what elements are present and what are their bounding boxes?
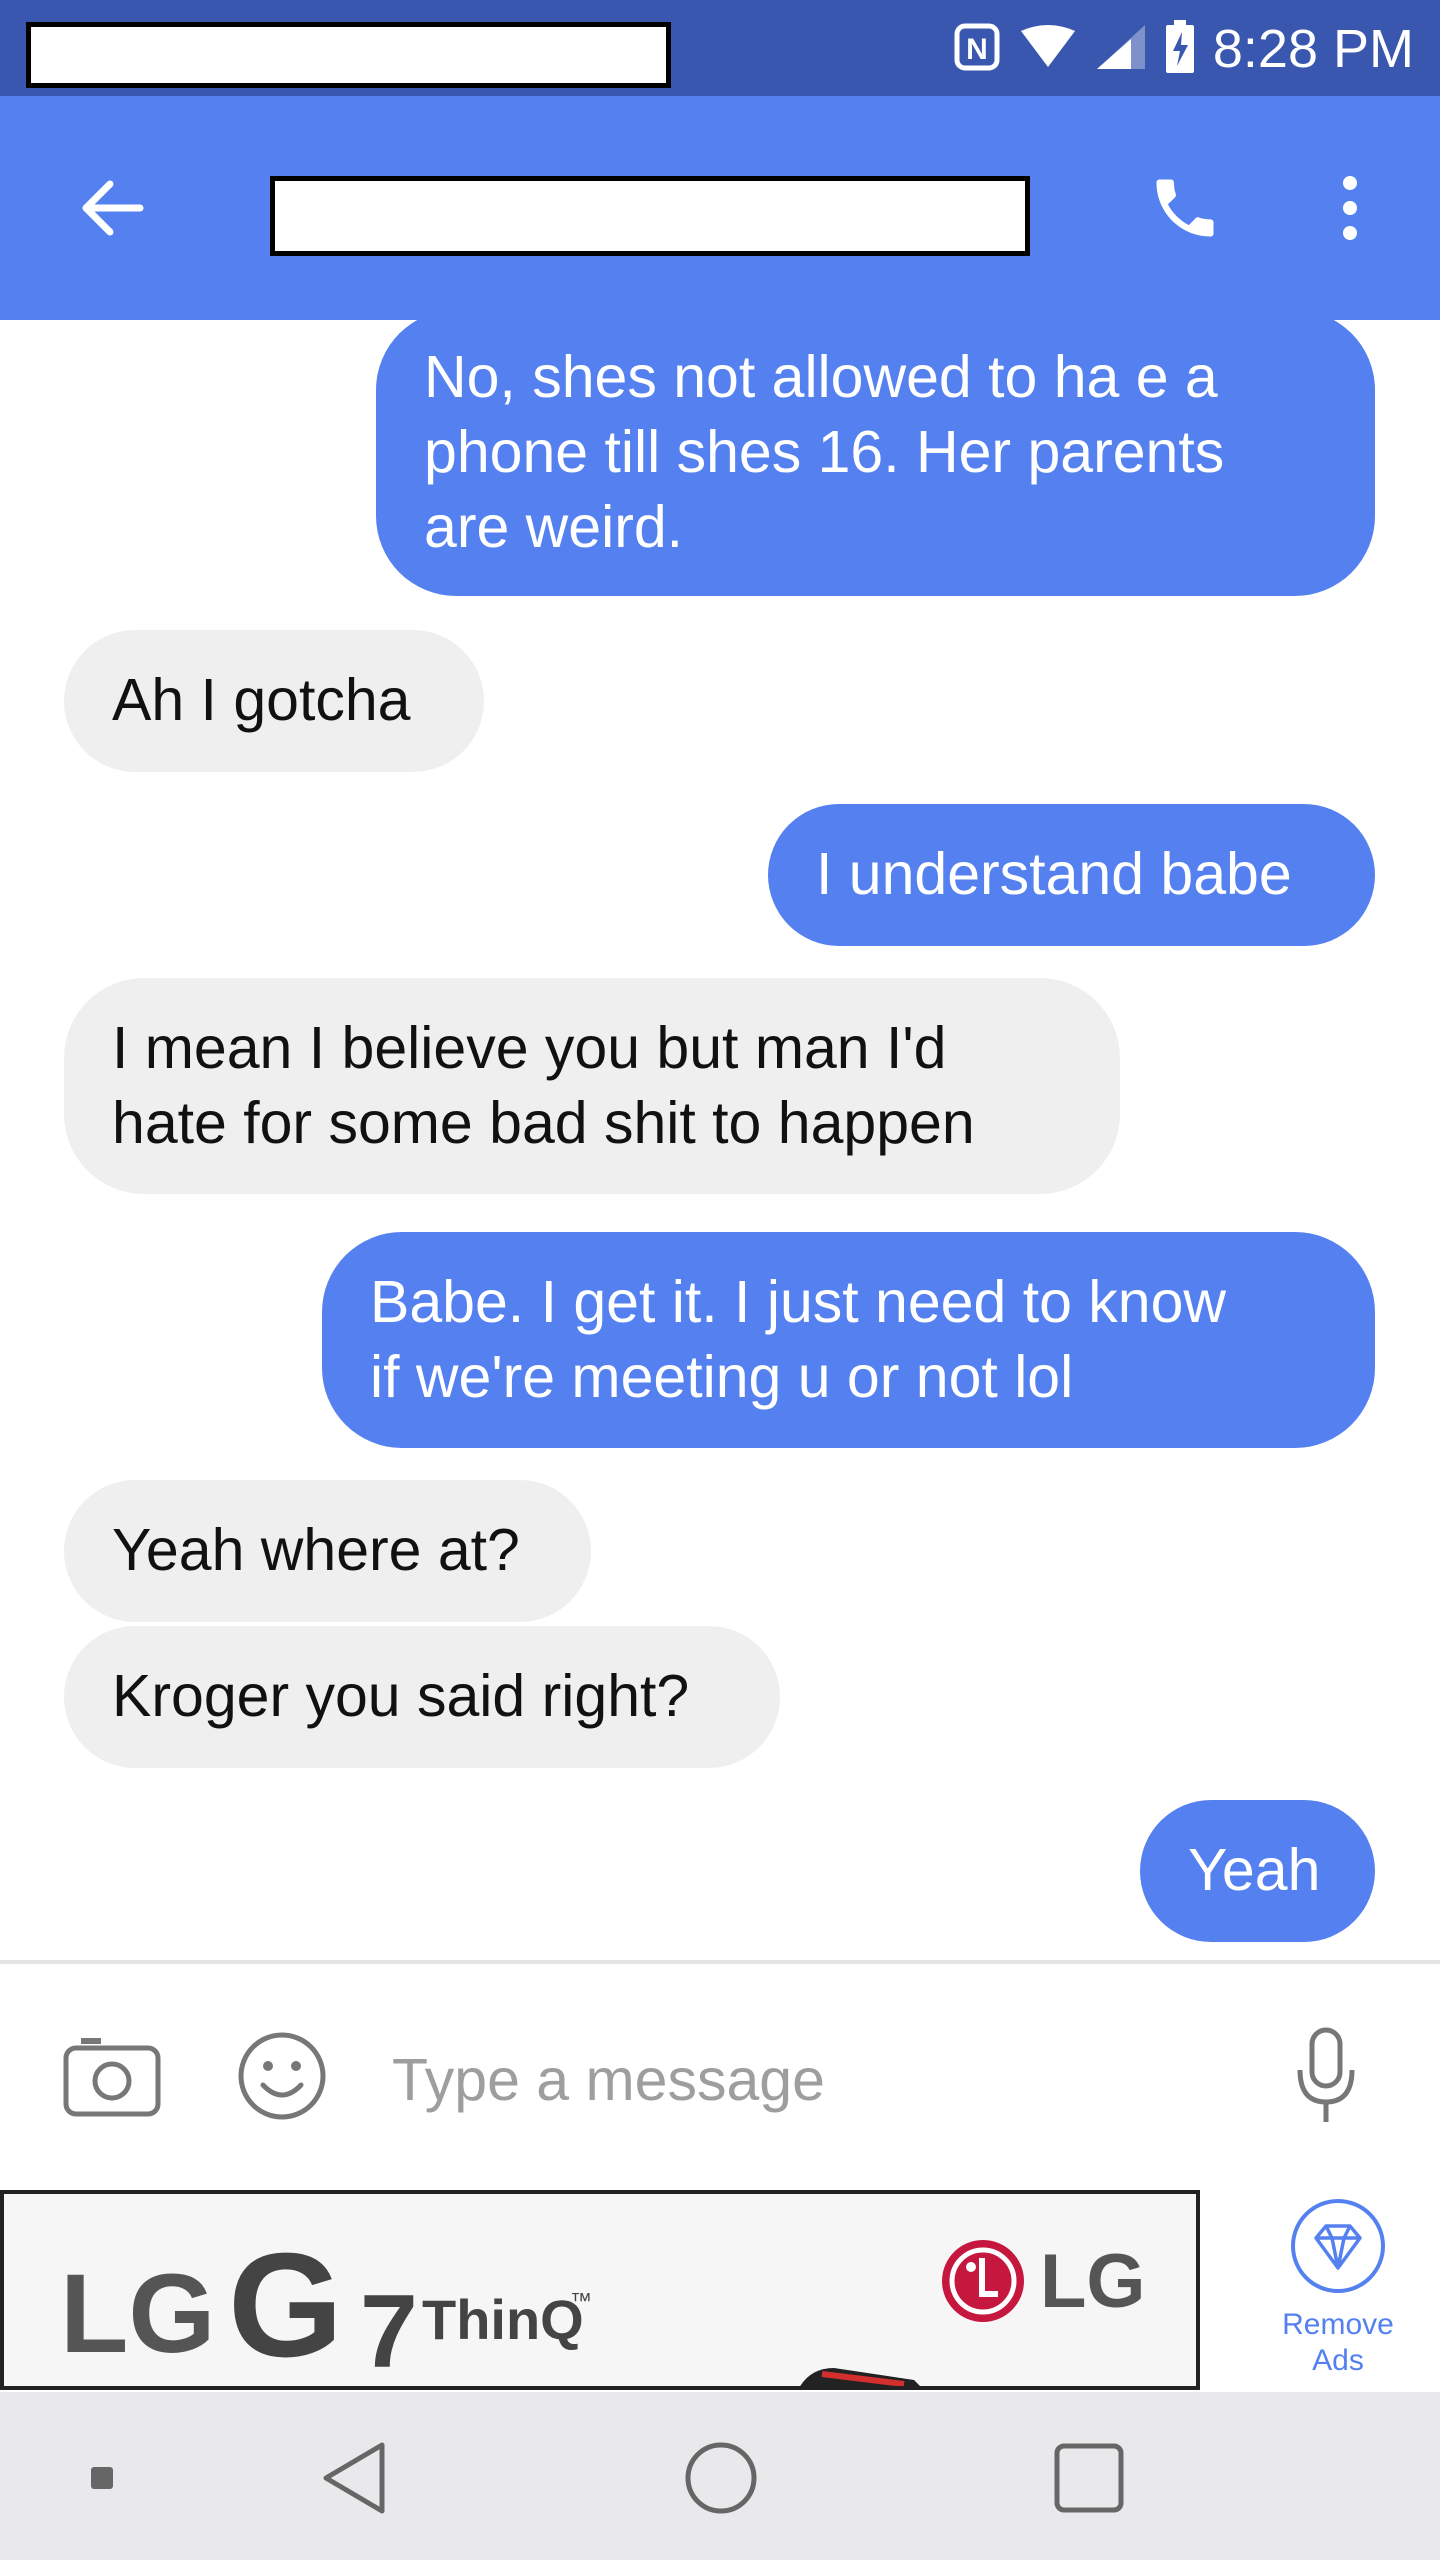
camera-button[interactable] [56,2024,168,2128]
square-dot-icon [91,2467,113,2489]
phone-icon [1156,179,1214,237]
ad-logo-text: LG [1040,2239,1146,2324]
message-outgoing[interactable]: Yeah [1140,1800,1375,1942]
notification-dot-button[interactable] [72,2436,132,2520]
voice-input-button[interactable] [1280,2020,1372,2132]
system-navigation-bar [0,2392,1440,2560]
more-options-button[interactable] [1310,158,1390,258]
redacted-carrier [26,22,671,88]
more-vert-icon [1343,176,1357,240]
message-outgoing[interactable]: Babe. I get it. I just need to know if w… [322,1232,1375,1448]
redacted-contact-name [270,176,1030,256]
message-incoming[interactable]: Ah I gotcha [64,630,484,772]
back-arrow-icon [82,180,144,236]
message-outgoing[interactable]: No, shes not allowed to ha e a phone til… [376,320,1375,596]
nav-back-button[interactable] [300,2426,410,2530]
call-button[interactable] [1130,158,1240,258]
message-input[interactable]: Type a message [392,2046,825,2114]
wifi-icon [1019,24,1077,74]
nav-recents-icon [1054,2443,1124,2513]
nav-home-button[interactable] [666,2426,776,2530]
message-incoming[interactable]: Yeah where at? [64,1480,591,1622]
nav-home-icon [685,2442,757,2514]
ad-brand: LG [60,2251,216,2376]
remove-ads-button[interactable]: Remove Ads [1236,2196,1440,2396]
camera-icon [63,2038,161,2117]
signal-icon [1095,23,1147,76]
message-incoming[interactable]: Kroger you said right? [64,1626,780,1768]
status-time: 8:28 PM [1212,19,1414,79]
ad-banner[interactable]: LG G 7 ThinQ ™ LG [0,2190,1200,2390]
lg-logo-icon [940,2238,1026,2329]
emoji-icon [238,2032,326,2120]
back-button[interactable] [52,158,172,258]
phone-product-image [794,2360,934,2386]
ad-trademark: ™ [570,2288,592,2313]
message-list[interactable]: No, shes not allowed to ha e a phone til… [0,320,1440,1960]
nav-back-icon [323,2442,385,2514]
ad-model-number: 7 [360,2274,418,2390]
ad-product-g: G [228,2223,344,2388]
battery-charging-icon [1165,19,1195,79]
remove-ads-label-line2: Ads [1312,2344,1364,2377]
status-icons: N 8:28 PM [953,14,1414,84]
microphone-icon [1297,2027,1355,2122]
ad-product-suffix: ThinQ [422,2288,584,2351]
nav-recents-button[interactable] [1034,2426,1144,2530]
message-outgoing[interactable]: I understand babe [768,804,1375,946]
diamond-icon [1291,2199,1385,2293]
message-composer: Type a message [0,1964,1440,2190]
nfc-icon: N [953,22,1001,77]
status-bar: N 8:28 PM [0,0,1440,96]
emoji-button[interactable] [230,2024,334,2128]
message-incoming[interactable]: I mean I believe you but man I'd hate fo… [64,978,1120,1194]
conversation-header [0,96,1440,320]
remove-ads-label-line1: Remove [1282,2308,1394,2341]
svg-text:N: N [966,33,988,66]
